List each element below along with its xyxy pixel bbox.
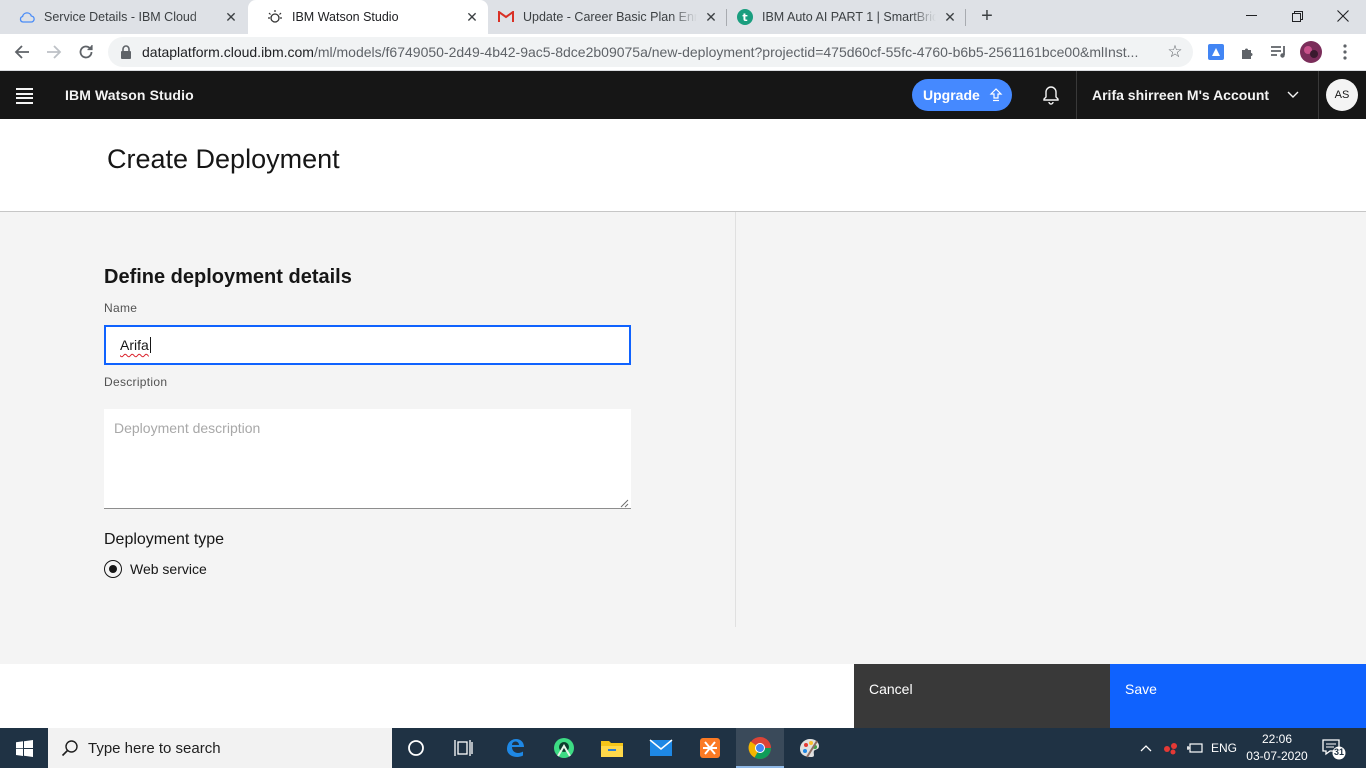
chrome-menu-icon[interactable]	[1334, 41, 1356, 63]
paint-icon[interactable]	[785, 728, 833, 768]
footer-spacer	[0, 664, 854, 728]
account-switcher[interactable]: Arifa shirreen M's Account	[1092, 87, 1269, 103]
app-brand[interactable]: IBM Watson Studio	[65, 87, 194, 103]
back-button[interactable]	[8, 38, 36, 66]
radio-selected-icon[interactable]	[104, 560, 122, 578]
edge-browser-icon[interactable]	[491, 728, 539, 768]
clock-date: 03-07-2020	[1246, 749, 1308, 763]
profile-avatar-icon[interactable]	[1300, 41, 1322, 63]
header-divider	[1318, 71, 1319, 119]
radio-web-service[interactable]: Web service	[104, 560, 207, 578]
watson-studio-icon	[267, 9, 283, 25]
search-icon	[61, 740, 78, 757]
media-queue-icon[interactable]	[1268, 41, 1290, 63]
restore-button[interactable]	[1274, 0, 1320, 32]
user-avatar[interactable]: AS	[1326, 79, 1358, 111]
tab-service-details[interactable]: Service Details - IBM Cloud ✕	[0, 0, 247, 34]
mail-icon[interactable]	[637, 728, 685, 768]
page-title: Create Deployment	[107, 144, 340, 174]
text-cursor	[149, 337, 151, 353]
address-bar[interactable]: dataplatform.cloud.ibm.com/ml/models/f67…	[108, 37, 1193, 67]
search-placeholder: Type here to search	[88, 739, 221, 757]
tab-watson-studio[interactable]: IBM Watson Studio ✕	[248, 0, 488, 34]
windows-start-button[interactable]	[0, 728, 48, 768]
tab-gmail-update[interactable]: Update - Career Basic Plan Enroll ✕	[488, 0, 727, 34]
chevron-down-icon[interactable]	[1286, 89, 1300, 101]
resize-grip-icon[interactable]	[620, 499, 629, 508]
panel-divider	[735, 212, 736, 627]
upgrade-button[interactable]: Upgrade	[912, 79, 1012, 111]
taskbar-search[interactable]: Type here to search	[48, 728, 392, 768]
tab-title: IBM Watson Studio	[292, 10, 399, 24]
notification-count-badge: 31	[1333, 746, 1344, 757]
puzzle-extensions-icon[interactable]	[1237, 41, 1259, 63]
new-tab-button[interactable]: +	[976, 5, 998, 27]
lock-icon	[121, 45, 131, 59]
tab-title: IBM Auto AI PART 1 | SmartBridge	[762, 10, 936, 24]
save-button[interactable]: Save	[1110, 664, 1366, 728]
svg-text:t: t	[742, 11, 747, 24]
tab-title: Service Details - IBM Cloud	[44, 10, 197, 24]
close-tab-icon[interactable]: ✕	[462, 7, 482, 27]
bookmark-star-icon[interactable]: ☆	[1165, 42, 1185, 62]
cancel-button[interactable]: Cancel	[854, 664, 1110, 728]
browser-toolbar: dataplatform.cloud.ibm.com/ml/models/f67…	[0, 34, 1366, 71]
forward-button[interactable]	[40, 38, 68, 66]
section-title: Define deployment details	[104, 266, 352, 288]
system-clock[interactable]: 22:06 03-07-2020	[1246, 731, 1308, 765]
description-label: Description	[104, 375, 168, 389]
xampp-icon[interactable]	[686, 728, 734, 768]
url-text: dataplatform.cloud.ibm.com/ml/models/f67…	[142, 44, 1152, 60]
drive-extension-icon[interactable]	[1205, 41, 1227, 63]
notification-bell-icon[interactable]	[1041, 85, 1061, 105]
cortana-icon[interactable]	[392, 728, 440, 768]
battery-plug-icon[interactable]	[1185, 728, 1205, 768]
name-label: Name	[104, 301, 138, 315]
close-tab-icon[interactable]: ✕	[940, 7, 960, 27]
page-title-bar: Create Deployment	[0, 119, 1366, 212]
radio-label: Web service	[130, 561, 207, 577]
windows-taskbar: Type here to search ENG 22:06 03-07-2020	[0, 728, 1366, 768]
android-studio-icon[interactable]	[540, 728, 588, 768]
cloud-icon	[19, 9, 35, 25]
minimize-button[interactable]	[1228, 0, 1274, 32]
url-path: /ml/models/f6749050-2d49-4b42-9ac5-8dce2…	[313, 44, 1139, 60]
reload-button[interactable]	[72, 38, 100, 66]
browser-tab-strip: Service Details - IBM Cloud ✕ IBM Watson…	[0, 0, 1366, 34]
description-textarea[interactable]	[104, 409, 631, 509]
hamburger-menu-icon[interactable]	[16, 88, 33, 104]
task-view-icon[interactable]	[440, 728, 488, 768]
tab-separator	[965, 9, 966, 26]
smartbridge-icon: t	[737, 9, 753, 25]
close-tab-icon[interactable]: ✕	[221, 7, 241, 27]
chrome-taskbar-icon[interactable]	[736, 728, 784, 768]
upgrade-label: Upgrade	[923, 87, 980, 103]
bluetooth-network-icon[interactable]	[1160, 728, 1182, 768]
action-center-icon[interactable]: 31	[1322, 738, 1346, 760]
gmail-icon	[498, 9, 514, 25]
clock-time: 22:06	[1261, 732, 1293, 746]
input-language[interactable]: ENG	[1208, 728, 1240, 768]
name-input[interactable]: Arifa	[104, 325, 631, 365]
deployment-form-panel: Define deployment details Name Arifa Des…	[0, 212, 1366, 664]
close-window-button[interactable]	[1320, 0, 1366, 32]
app-header: IBM Watson Studio Upgrade Arifa shirreen…	[0, 71, 1366, 119]
show-hidden-icons-chevron-icon[interactable]	[1136, 728, 1156, 768]
upgrade-arrow-icon	[989, 88, 1003, 102]
tab-smartbridge[interactable]: t IBM Auto AI PART 1 | SmartBridge ✕	[727, 0, 966, 34]
close-tab-icon[interactable]: ✕	[701, 7, 721, 27]
deployment-type-label: Deployment type	[104, 531, 225, 548]
url-host: dataplatform.cloud.ibm.com	[142, 44, 314, 60]
header-divider	[1076, 71, 1077, 119]
tab-title: Update - Career Basic Plan Enroll	[523, 10, 697, 24]
name-input-value: Arifa	[120, 337, 149, 353]
file-explorer-icon[interactable]	[588, 728, 636, 768]
